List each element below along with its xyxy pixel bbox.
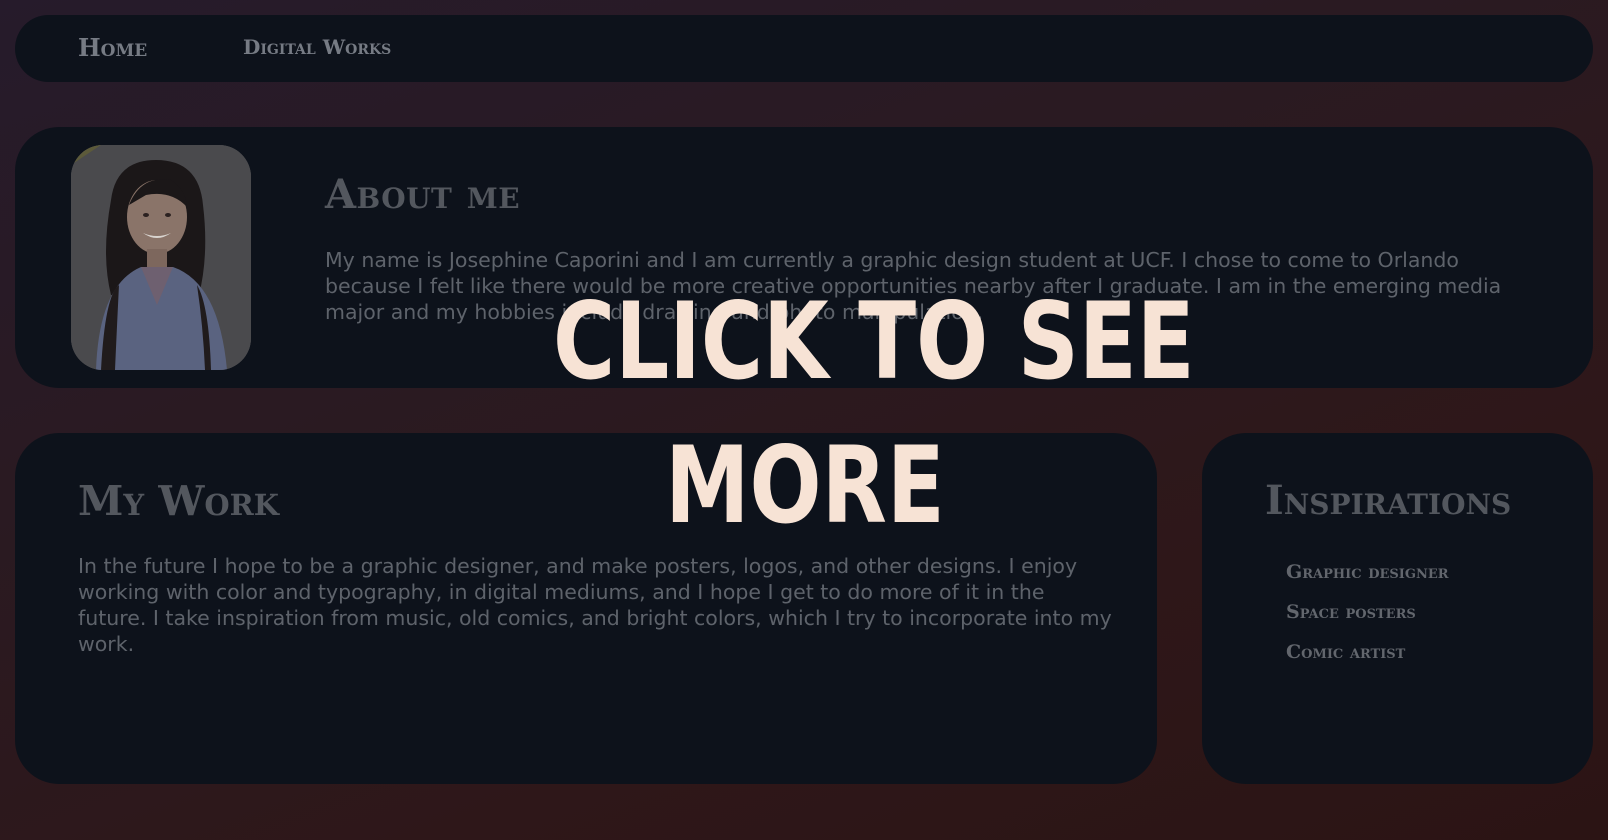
nav-link-digital-works[interactable]: Digital Works — [243, 35, 391, 59]
top-nav-bar: Home Digital Works — [15, 15, 1593, 82]
profile-photo-illustration — [71, 145, 251, 370]
click-to-see-more-button[interactable]: CLICK TO SEE MORE — [553, 270, 1195, 558]
inspiration-item-graphic-designer: Graphic designer — [1286, 561, 1449, 583]
inspiration-item-comic-artist: Comic artist — [1286, 641, 1406, 663]
inspiration-item-space-posters: Space posters — [1286, 601, 1416, 623]
my-work-paragraph: In the future I hope to be a graphic des… — [78, 554, 1112, 656]
overlay-line-2: MORE — [665, 424, 945, 547]
about-me-heading: About me — [325, 171, 521, 218]
inspirations-heading: Inspirations — [1265, 477, 1512, 524]
profile-photo — [71, 145, 251, 370]
inspirations-list: Graphic designer Space posters Comic art… — [1286, 561, 1449, 681]
inspirations-card: Inspirations Graphic designer Space post… — [1202, 433, 1593, 784]
overlay-line-1: CLICK TO SEE — [553, 280, 1195, 403]
my-work-heading: My Work — [78, 477, 279, 525]
nav-link-home[interactable]: Home — [78, 33, 147, 62]
